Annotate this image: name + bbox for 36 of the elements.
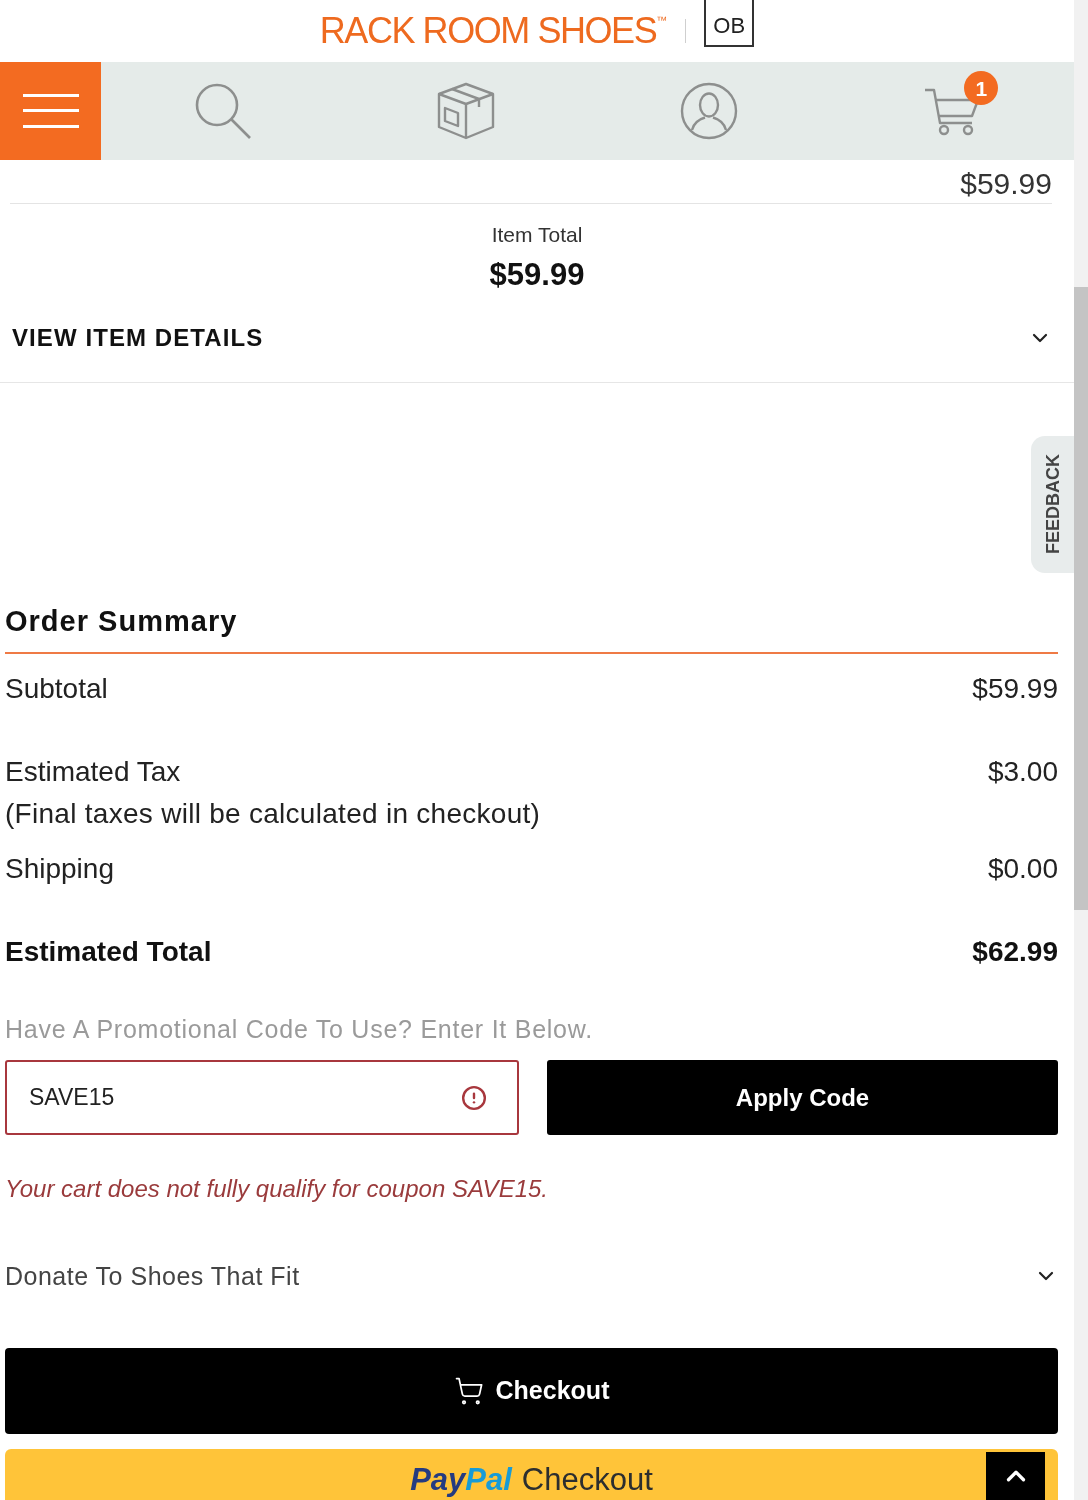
feedback-tab[interactable]: FEEDBACK: [1031, 436, 1074, 573]
brand-badge[interactable]: OB: [704, 0, 755, 47]
user-icon: [680, 82, 739, 140]
account-button[interactable]: [680, 82, 739, 140]
view-item-details-toggle[interactable]: VIEW ITEM DETAILS: [0, 315, 1074, 361]
item-price: $59.99: [960, 168, 1052, 199]
search-button[interactable]: [193, 82, 252, 140]
menu-button[interactable]: [0, 62, 101, 160]
checkout-button[interactable]: Checkout: [5, 1348, 1058, 1434]
box-icon: [436, 82, 495, 140]
summary-value: $0.00: [987, 852, 1058, 886]
coupon-error-message: Your cart does not fully qualify for coupon SAVE15.: [5, 1174, 548, 1204]
item-total-label: Item Total: [491, 223, 583, 247]
promo-code-prompt: Have A Promotional Code To Use? Enter It Below.: [5, 1014, 593, 1044]
summary-value: $3.00: [987, 755, 1058, 789]
cart-badge: 1: [964, 71, 999, 105]
error-icon: [461, 1084, 487, 1111]
summary-value: $59.99: [972, 672, 1058, 706]
summary-label: Subtotal: [5, 672, 108, 706]
donate-toggle[interactable]: Donate To Shoes That Fit: [5, 1261, 1058, 1291]
summary-label: Shipping: [5, 852, 114, 886]
order-summary-title: Order Summary: [5, 604, 238, 639]
estimated-total-label: Estimated Total: [5, 935, 212, 969]
tax-note: (Final taxes will be calculated in checkout): [5, 797, 541, 831]
summary-label: Estimated Tax: [5, 755, 181, 789]
orders-button[interactable]: [436, 82, 495, 140]
search-icon: [193, 82, 252, 140]
paypal-checkout-button[interactable]: PayPal Checkout: [5, 1449, 1058, 1500]
cart-icon: [453, 1376, 484, 1406]
apply-code-button[interactable]: Apply Code: [547, 1060, 1058, 1135]
scrollbar-thumb[interactable]: [1074, 287, 1088, 910]
scroll-to-top-button[interactable]: [986, 1452, 1045, 1500]
item-total-value: $59.99: [489, 257, 585, 293]
menu-icon: [22, 94, 79, 128]
estimated-total-value: $62.99: [972, 935, 1058, 969]
promo-code-field[interactable]: SAVE15: [5, 1060, 519, 1135]
